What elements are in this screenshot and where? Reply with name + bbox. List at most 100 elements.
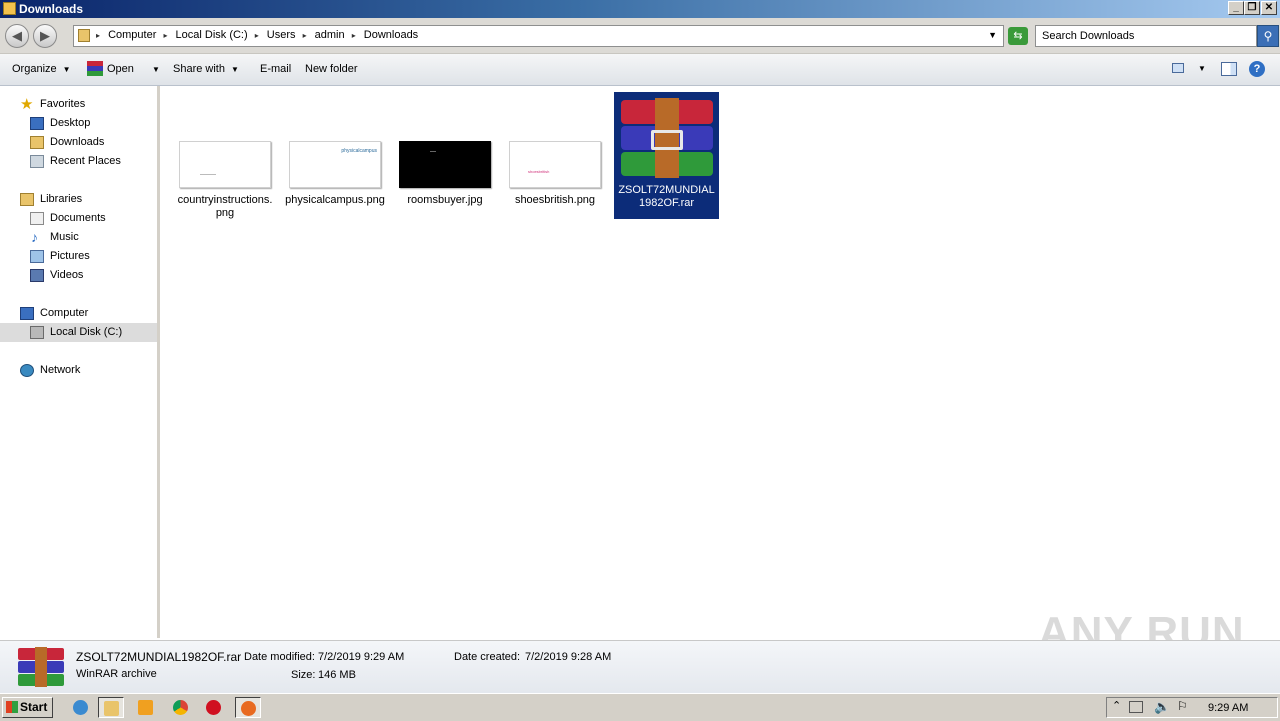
taskbar-media-player-button[interactable] [133,697,159,718]
image-thumbnail: shoesbritish [509,141,601,188]
documents-icon [30,212,44,225]
chevron-down-icon[interactable]: ▼ [988,30,997,40]
share-with-button[interactable]: Share with ▼ [173,63,239,75]
forward-button[interactable]: ▶ [33,24,57,48]
navigation-pane: ★ Favorites Desktop Downloads Recent Pla… [0,86,160,638]
chevron-right-icon[interactable]: ▸ [352,31,356,40]
nav-recent-places[interactable]: Recent Places [0,152,157,171]
firefox-icon [241,701,256,716]
share-with-label: Share with [173,63,225,75]
nav-recent-places-label: Recent Places [50,155,121,167]
breadcrumb-admin[interactable]: admin [315,29,345,41]
taskbar-opera-button[interactable] [201,697,227,718]
refresh-button[interactable]: ⇆ [1008,27,1028,45]
taskbar-firefox-button[interactable] [235,697,261,718]
nav-favorites-label: Favorites [40,98,86,110]
chevron-up-icon[interactable]: ⌃ [1112,699,1121,712]
pictures-icon [30,250,44,263]
nav-local-disk[interactable]: Local Disk (C:) [0,323,157,342]
preview-pane-icon[interactable] [1221,62,1237,76]
search-button[interactable]: ⚲ [1257,25,1279,47]
windows-logo-icon [6,701,18,713]
file-name: physicalcampus.png [285,194,385,206]
folder-icon [3,2,16,15]
nav-desktop[interactable]: Desktop [0,114,157,133]
organize-label: Organize [12,63,57,75]
back-button[interactable]: ◀ [5,24,29,48]
file-item[interactable]: roomsbuyer.jpg [395,141,495,207]
taskbar-ie-button[interactable] [68,697,94,718]
nav-music-label: Music [50,231,79,243]
details-modified-label: Date modified: [244,651,315,663]
address-bar[interactable]: ▸ Computer ▸ Local Disk (C:) ▸ Users ▸ a… [73,25,1004,47]
nav-videos[interactable]: Videos [0,266,157,285]
view-icon[interactable] [1172,63,1184,73]
address-row: ◀ ▶ ▸ Computer ▸ Local Disk (C:) ▸ Users… [0,18,1280,54]
thumbnail-mark [200,174,216,175]
computer-icon [20,307,34,320]
clock[interactable]: 9:29 AM [1208,702,1248,714]
breadcrumb-computer[interactable]: Computer [108,29,156,41]
star-icon: ★ [20,96,34,113]
music-icon: ♪ [31,229,38,245]
desktop-icon [30,117,44,130]
nav-music[interactable]: ♪ Music [0,228,157,247]
new-folder-button[interactable]: New folder [305,63,358,75]
file-name: roomsbuyer.jpg [407,194,483,206]
chevron-right-icon[interactable]: ▸ [303,31,307,40]
network-status-icon[interactable] [1129,701,1143,713]
volume-icon[interactable]: 🔈 [1154,699,1170,715]
help-icon[interactable]: ? [1249,61,1265,77]
nav-network[interactable]: Network [0,361,157,380]
nav-pictures-label: Pictures [50,250,90,262]
breadcrumb-users[interactable]: Users [267,29,296,41]
restore-button[interactable]: ❐ [1244,1,1260,15]
search-input[interactable]: Search Downloads [1035,25,1257,47]
organize-button[interactable]: Organize ▼ [12,63,71,75]
flag-icon[interactable]: ⚐ [1177,699,1188,713]
chevron-right-icon[interactable]: ▸ [163,31,167,40]
downloads-folder-icon [30,136,44,149]
email-button[interactable]: E-mail [260,63,291,75]
nav-libraries[interactable]: Libraries [0,190,157,209]
nav-computer-label: Computer [40,307,89,319]
title-bar: Downloads _ ❐ ✕ [0,0,1280,18]
breadcrumb-local-disk[interactable]: Local Disk (C:) [176,29,248,41]
nav-downloads[interactable]: Downloads [0,133,157,152]
winrar-icon [87,61,103,76]
open-button[interactable]: Open [87,61,134,76]
internet-explorer-icon [73,700,88,715]
nav-pictures[interactable]: Pictures [0,247,157,266]
search-placeholder: Search Downloads [1042,30,1135,42]
recent-places-icon [30,155,44,168]
taskbar: Start ⌃ 🔈 ⚐ 9:29 AM [0,693,1280,721]
command-bar: Organize ▼ Open ▼ Share with ▼ E-mail New … [0,54,1280,86]
winrar-archive-icon [620,98,713,178]
file-item[interactable]: physicalcampus physicalcampus.png [285,141,385,207]
close-button[interactable]: ✕ [1261,1,1277,15]
folder-icon [104,701,119,716]
minimize-button[interactable]: _ [1228,1,1244,15]
chevron-down-icon: ▼ [152,65,160,74]
chevron-right-icon[interactable]: ▸ [255,31,259,40]
chevron-down-icon[interactable]: ▼ [1198,64,1206,73]
winrar-archive-icon [18,647,64,687]
nav-computer[interactable]: Computer [0,304,157,323]
chevron-down-icon: ▼ [62,65,71,74]
nav-documents[interactable]: Documents [0,209,157,228]
details-created-value: 7/2/2019 9:28 AM [525,651,612,663]
taskbar-chrome-button[interactable] [168,697,194,718]
file-item[interactable]: countryinstructions.png [175,141,275,220]
nav-local-disk-label: Local Disk (C:) [50,326,123,338]
open-label: Open [107,63,134,75]
open-dropdown-button[interactable]: ▼ [146,63,160,75]
nav-favorites[interactable]: ★ Favorites [0,95,157,114]
search-icon: ⚲ [1263,29,1273,43]
videos-icon [30,269,44,282]
taskbar-explorer-button[interactable] [98,697,124,718]
file-list: countryinstructions.png physicalcampus p… [160,86,1280,638]
start-button[interactable]: Start [2,697,53,718]
file-item-selected[interactable]: ZSOLT72MUNDIAL1982OF.rar [614,92,719,219]
breadcrumb-downloads[interactable]: Downloads [364,29,418,41]
file-item[interactable]: shoesbritish shoesbritish.png [505,141,605,207]
